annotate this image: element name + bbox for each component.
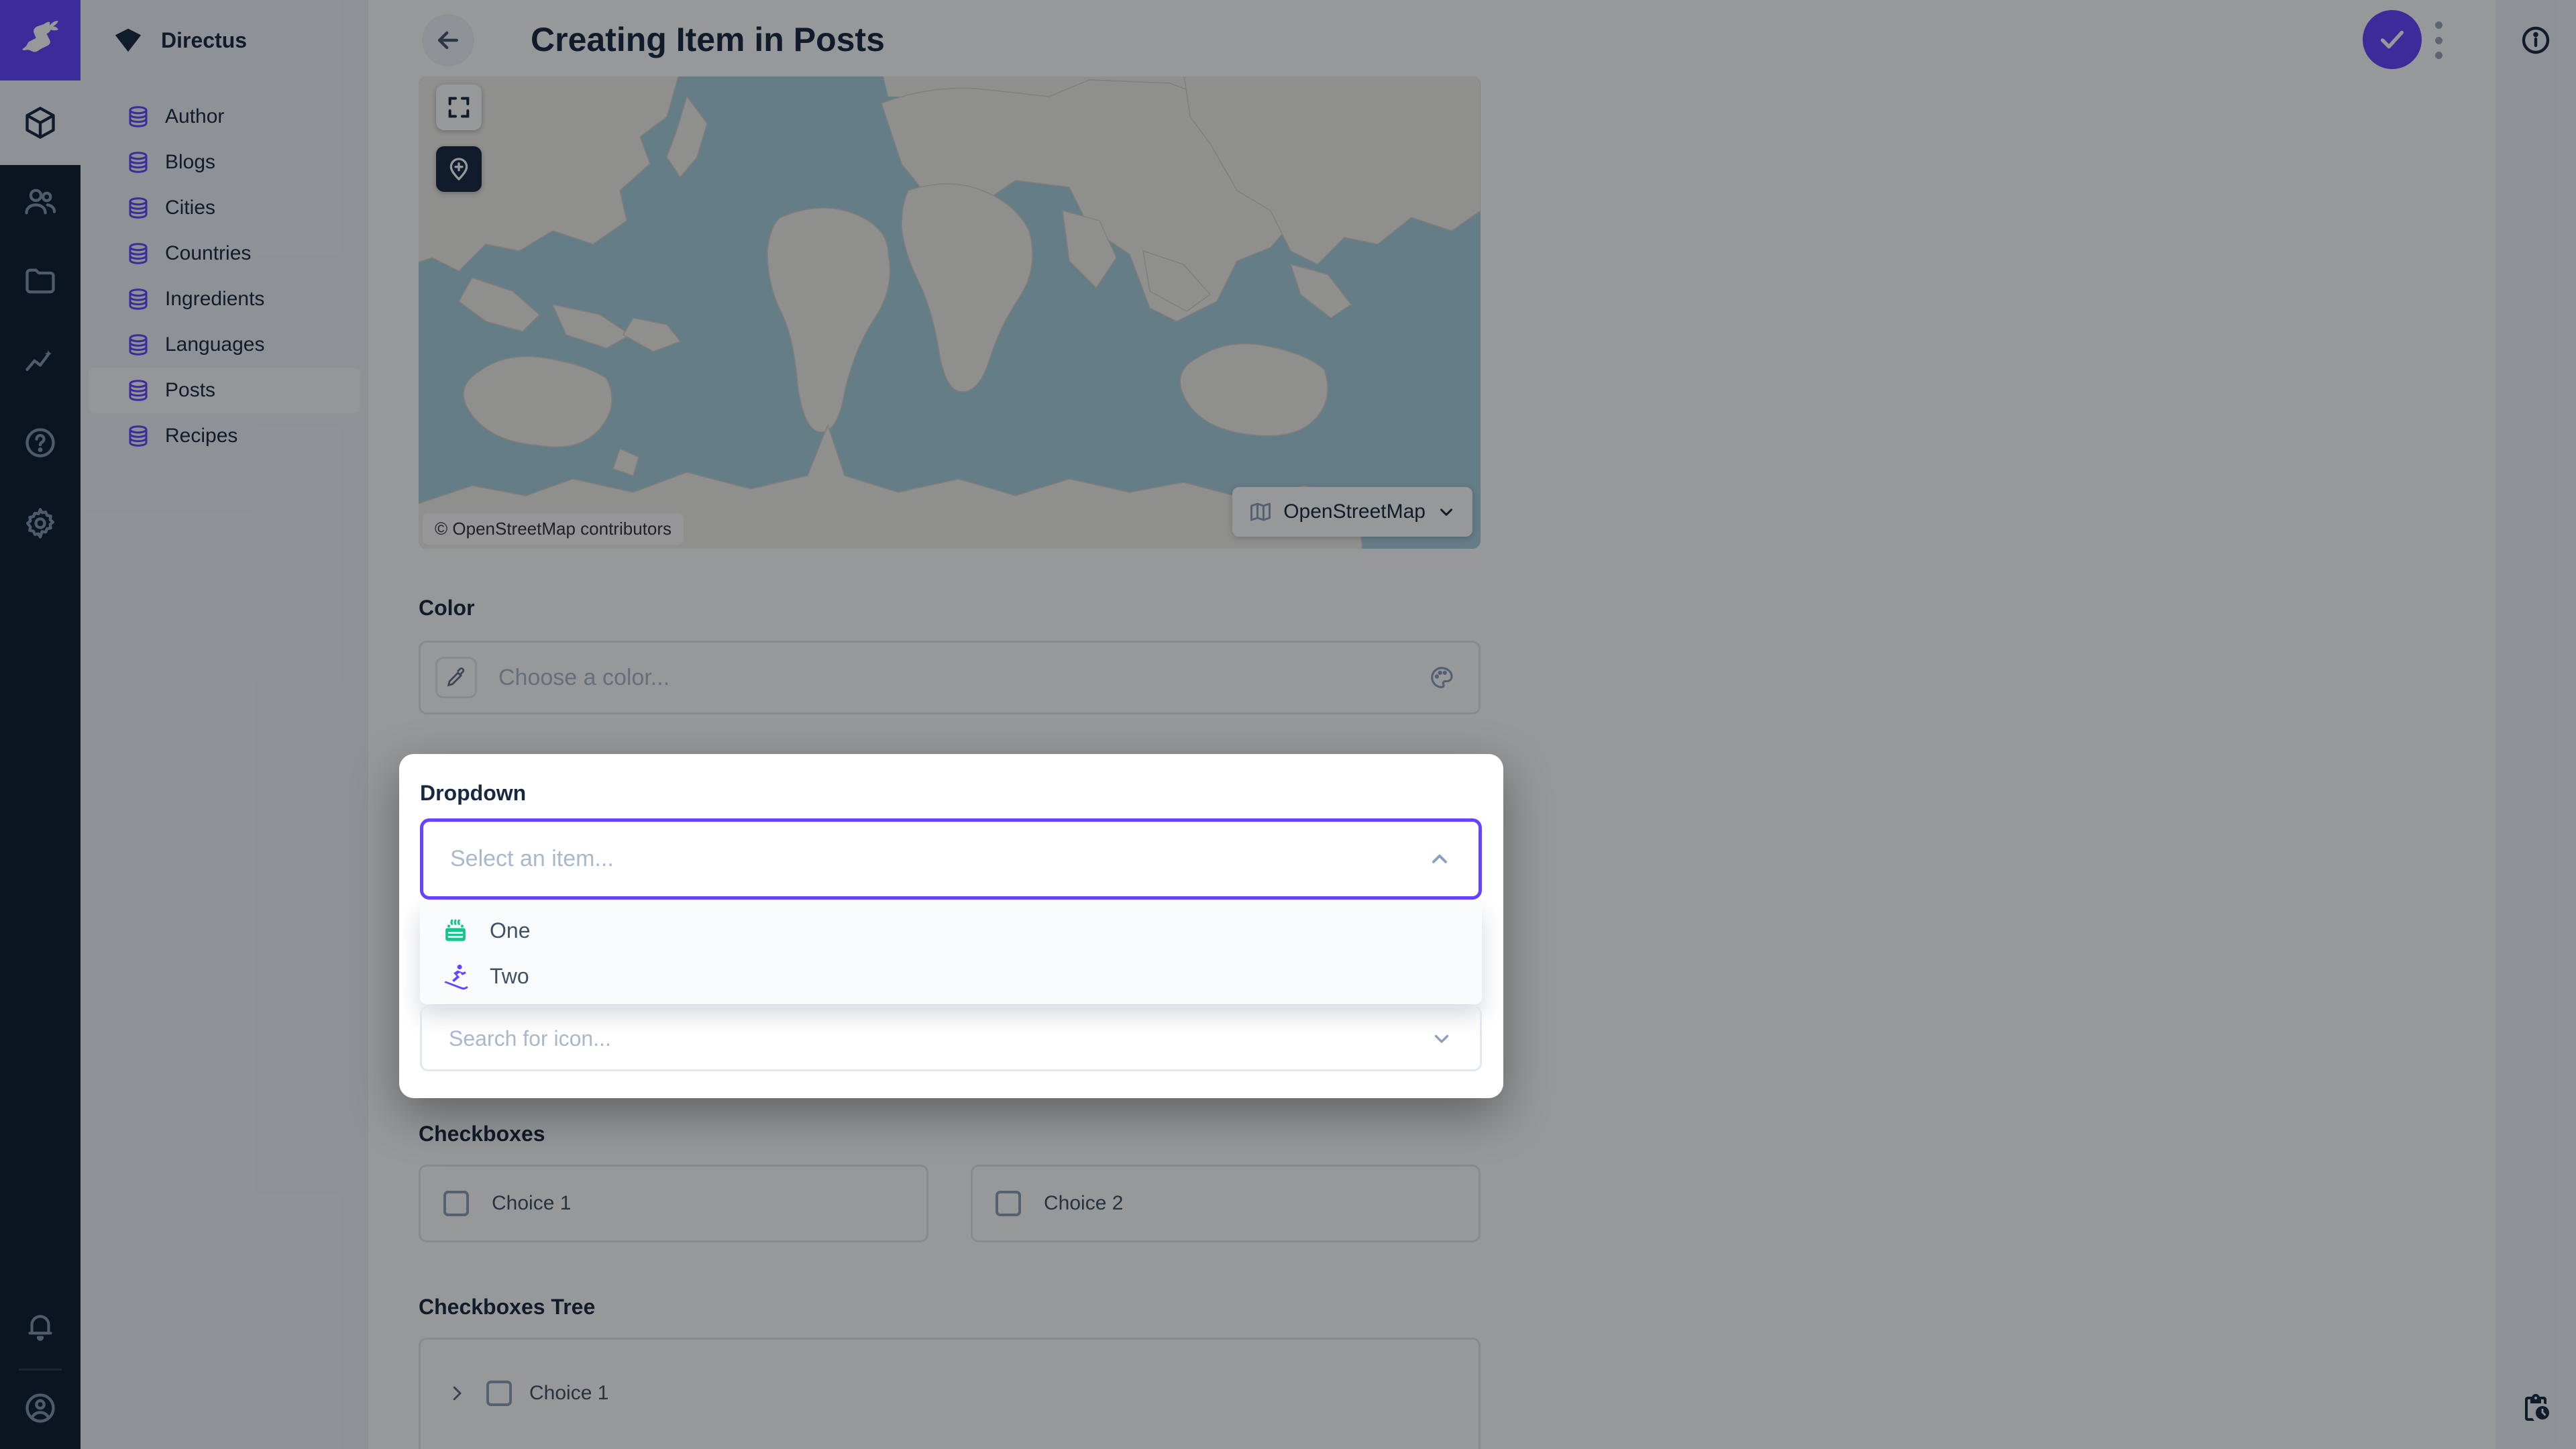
chevron-up-icon [1428, 847, 1452, 871]
chevron-down-icon [1430, 1027, 1453, 1050]
dim-overlay[interactable] [0, 0, 2576, 1449]
steam-box-icon [441, 916, 470, 945]
option-label: Two [490, 964, 529, 989]
option-label: One [490, 918, 530, 943]
icon-search-placeholder: Search for icon... [449, 1026, 1430, 1051]
dropdown-field-label: Dropdown [420, 781, 526, 806]
dropdown-select[interactable]: Select an item... [420, 818, 1482, 900]
dropdown-placeholder: Select an item... [450, 846, 1428, 872]
dropdown-menu: One Two [420, 902, 1482, 1004]
dropdown-option-one[interactable]: One [420, 908, 1482, 953]
dropdown-option-two[interactable]: Two [420, 953, 1482, 999]
icon-search-field[interactable]: Search for icon... [420, 1006, 1482, 1071]
downhill-skiing-icon [441, 962, 470, 990]
dropdown-spotlight-card: Dropdown Select an item... One [399, 754, 1503, 1098]
